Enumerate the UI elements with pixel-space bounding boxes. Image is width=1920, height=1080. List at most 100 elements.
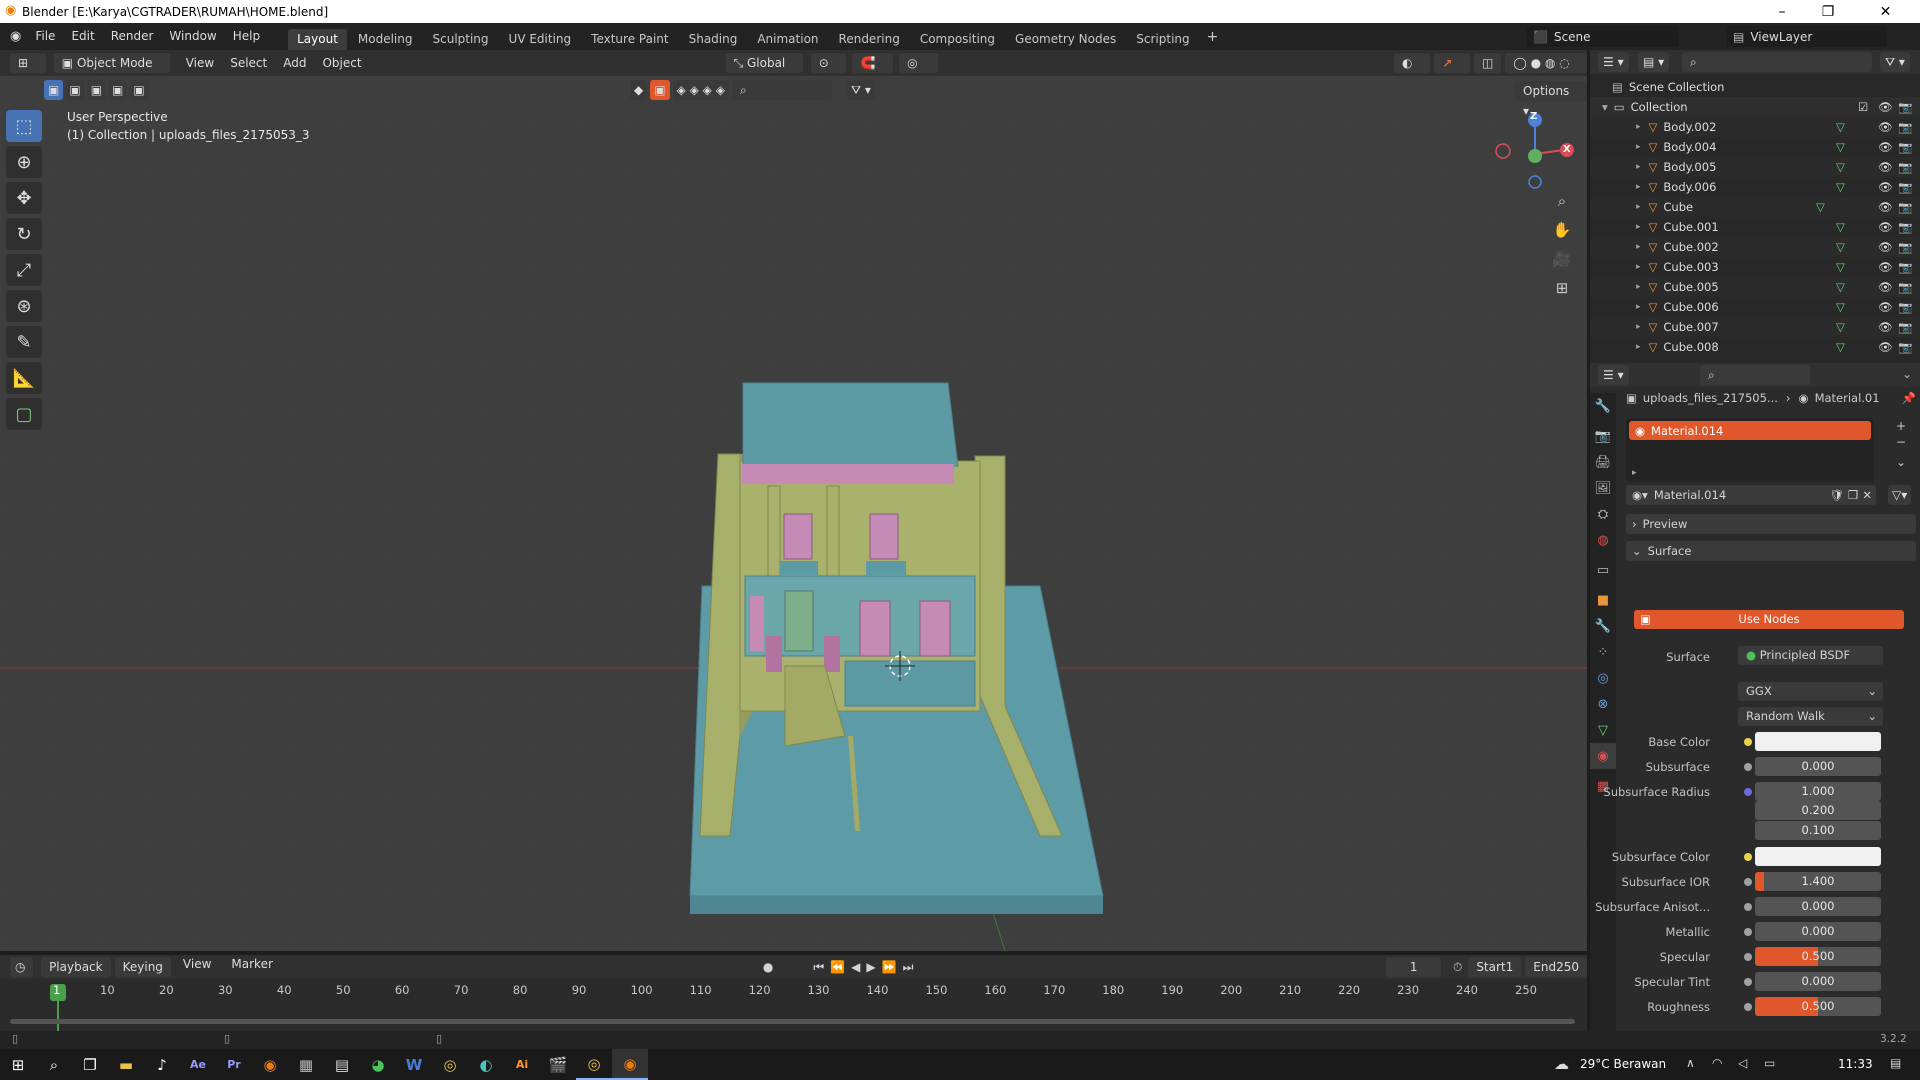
display-mode-select[interactable]: ▤ ▾: [1638, 52, 1670, 72]
tab-uv-editing[interactable]: UV Editing: [500, 29, 581, 50]
outliner-item[interactable]: ▸ ▽ Cube.008 ▽ 👁 📷: [1590, 337, 1920, 357]
select-new-icon[interactable]: ▣: [44, 80, 64, 100]
tool-tab-icon[interactable]: 🔧: [1590, 393, 1616, 419]
use-nodes-button[interactable]: ▣ Use Nodes: [1634, 610, 1904, 629]
menu-help[interactable]: Help: [225, 23, 268, 50]
fake-user-icon[interactable]: 🛡: [1829, 488, 1844, 502]
tab-compositing[interactable]: Compositing: [911, 29, 1004, 50]
unlink-icon[interactable]: ✕: [1862, 488, 1872, 502]
timeline-menu-playback[interactable]: Playback: [41, 957, 111, 977]
menu-window[interactable]: Window: [161, 23, 224, 50]
outliner-search[interactable]: ⌕: [1682, 52, 1872, 72]
jump-start-icon[interactable]: ⏮: [813, 960, 824, 975]
eye-icon[interactable]: 👁: [1878, 160, 1893, 174]
properties-search[interactable]: ⌕: [1700, 365, 1810, 385]
subsurface-method-select[interactable]: Random Walk ⌄: [1738, 707, 1883, 726]
select-intersect-icon[interactable]: ▣: [129, 80, 149, 100]
field-value[interactable]: 0.000: [1755, 922, 1881, 941]
output-tab-icon[interactable]: 🖨: [1590, 449, 1616, 475]
shading-modes[interactable]: ◯ ● ◍ ◌ ▾: [1505, 53, 1588, 90]
outliner-item[interactable]: ▸ ▽ Cube.002 ▽ 👁 📷: [1590, 237, 1920, 257]
weather-text[interactable]: 29°C Berawan: [1580, 1057, 1666, 1071]
viewport-menu-add[interactable]: Add: [275, 56, 314, 70]
chrome-icon[interactable]: ◎: [432, 1049, 468, 1080]
xray-toggle[interactable]: ◫: [1473, 53, 1502, 73]
3d-viewport[interactable]: Z X ▣ ▣ ▣ ▣ ▣ ◆ ▣ ◈ ◈ ◈ ◈ ⌕ ⛛ ▾ Options …: [0, 76, 1587, 951]
constraints-tab-icon[interactable]: ⊗: [1590, 691, 1616, 717]
notifications-icon[interactable]: ▤: [1890, 1056, 1901, 1070]
chevron-down-icon[interactable]: ⌄: [1902, 367, 1912, 381]
move-icon[interactable]: ✥: [6, 182, 42, 214]
camera-icon[interactable]: 📷: [1898, 260, 1912, 274]
timeline-menu-view[interactable]: View: [175, 957, 219, 977]
camera-icon[interactable]: 📷: [1898, 100, 1912, 114]
edge-icon[interactable]: ◐: [468, 1049, 504, 1080]
slot-link-select[interactable]: ▽▾: [1888, 485, 1912, 505]
browse-material-icon[interactable]: ◉▾: [1632, 488, 1648, 502]
select-extend-icon[interactable]: ▣: [65, 80, 85, 100]
field-value[interactable]: 1.000: [1755, 782, 1881, 801]
outliner-item[interactable]: ▸ ▽ Cube.003 ▽ 👁 📷: [1590, 257, 1920, 277]
expand-icon[interactable]: ▸: [1636, 322, 1641, 332]
options-button[interactable]: Options ▾: [1515, 81, 1587, 118]
checkbox-icon[interactable]: ☑: [1858, 100, 1868, 114]
visibility-icon[interactable]: ▣: [650, 80, 670, 100]
tab-rendering[interactable]: Rendering: [830, 29, 909, 50]
field-value[interactable]: 0.000: [1755, 897, 1881, 916]
scene-tab-icon[interactable]: ⛭: [1590, 501, 1616, 527]
mode-select[interactable]: ▣ Object Mode ▾: [53, 53, 170, 90]
slot-menu-icon[interactable]: ⌄: [1896, 455, 1906, 469]
collection-row[interactable]: ▾ ▭ Collection ☑ 👁 📷: [1590, 97, 1920, 117]
current-frame-field[interactable]: 1: [1386, 957, 1441, 977]
gizmo-toggle[interactable]: ↗ ▾: [1434, 53, 1470, 90]
keyframe-icon[interactable]: ●: [763, 960, 773, 974]
timeline-menu-keying[interactable]: Keying: [114, 957, 171, 977]
viewport-menu-object[interactable]: Object: [314, 56, 369, 70]
eye-icon[interactable]: 👁: [1878, 220, 1893, 234]
blender-app-icon[interactable]: ◉: [252, 1049, 288, 1080]
tab-layout[interactable]: Layout: [288, 29, 347, 50]
select-subtract-icon[interactable]: ▣: [86, 80, 107, 100]
scene-name[interactable]: Scene: [1554, 30, 1591, 44]
socket-dot-icon[interactable]: [1744, 928, 1752, 936]
expand-icon[interactable]: ▾: [1602, 100, 1608, 114]
camera-icon[interactable]: 📷: [1898, 180, 1912, 194]
surface-panel-header[interactable]: ⌄ Surface: [1626, 541, 1916, 561]
camera-icon[interactable]: 📷: [1898, 220, 1912, 234]
clapper-icon[interactable]: 🎬: [540, 1049, 576, 1080]
distribution-select[interactable]: GGX ⌄: [1738, 682, 1883, 701]
expand-icon[interactable]: ▸: [1636, 222, 1641, 232]
outliner-item[interactable]: ▸ ▽ Cube.006 ▽ 👁 📷: [1590, 297, 1920, 317]
eye-icon[interactable]: 👁: [1878, 100, 1893, 114]
expand-icon[interactable]: ▸: [1636, 202, 1641, 212]
ortho-grid-icon[interactable]: ⊞: [1549, 275, 1575, 301]
close-button[interactable]: ✕: [1851, 0, 1920, 23]
view-layer-tab-icon[interactable]: 🖼: [1590, 475, 1616, 501]
timeline-scrollbar[interactable]: [10, 1019, 1575, 1024]
mesh-data-icon[interactable]: ▽: [1836, 160, 1845, 174]
minimize-button[interactable]: –: [1759, 0, 1805, 23]
chrome-active-icon[interactable]: ◎: [576, 1049, 612, 1080]
task-view-icon[interactable]: ❐: [72, 1049, 108, 1080]
expand-icon[interactable]: ▸: [1636, 342, 1641, 352]
filter-icons[interactable]: ◈ ◈ ◈ ◈: [672, 80, 729, 100]
camera-icon[interactable]: 📷: [1898, 160, 1912, 174]
field-value[interactable]: 0.500: [1755, 997, 1881, 1016]
outliner-item[interactable]: ▸ ▽ Body.006 ▽ 👁 📷: [1590, 177, 1920, 197]
field-value[interactable]: [1755, 847, 1881, 866]
field-value[interactable]: 1.400: [1755, 872, 1881, 891]
socket-dot-icon[interactable]: [1744, 878, 1752, 886]
tiktok-icon[interactable]: ♪: [144, 1049, 180, 1080]
app-icon-1[interactable]: ▦: [288, 1049, 324, 1080]
expand-icon[interactable]: ▸: [1636, 122, 1641, 132]
play-reverse-icon[interactable]: ◀: [851, 960, 860, 974]
field-value[interactable]: 0.100: [1755, 821, 1881, 840]
menu-render[interactable]: Render: [103, 23, 162, 50]
blender-active-icon[interactable]: ◉: [612, 1049, 648, 1080]
blender-menu-icon[interactable]: ◉: [10, 29, 21, 44]
file-explorer-icon[interactable]: ▬: [108, 1049, 144, 1080]
pin-icon[interactable]: 📌: [1902, 391, 1916, 405]
outliner-item[interactable]: ▸ ▽ Cube.005 ▽ 👁 📷: [1590, 277, 1920, 297]
tab-geometry-nodes[interactable]: Geometry Nodes: [1006, 29, 1125, 50]
camera-icon[interactable]: 📷: [1898, 140, 1912, 154]
